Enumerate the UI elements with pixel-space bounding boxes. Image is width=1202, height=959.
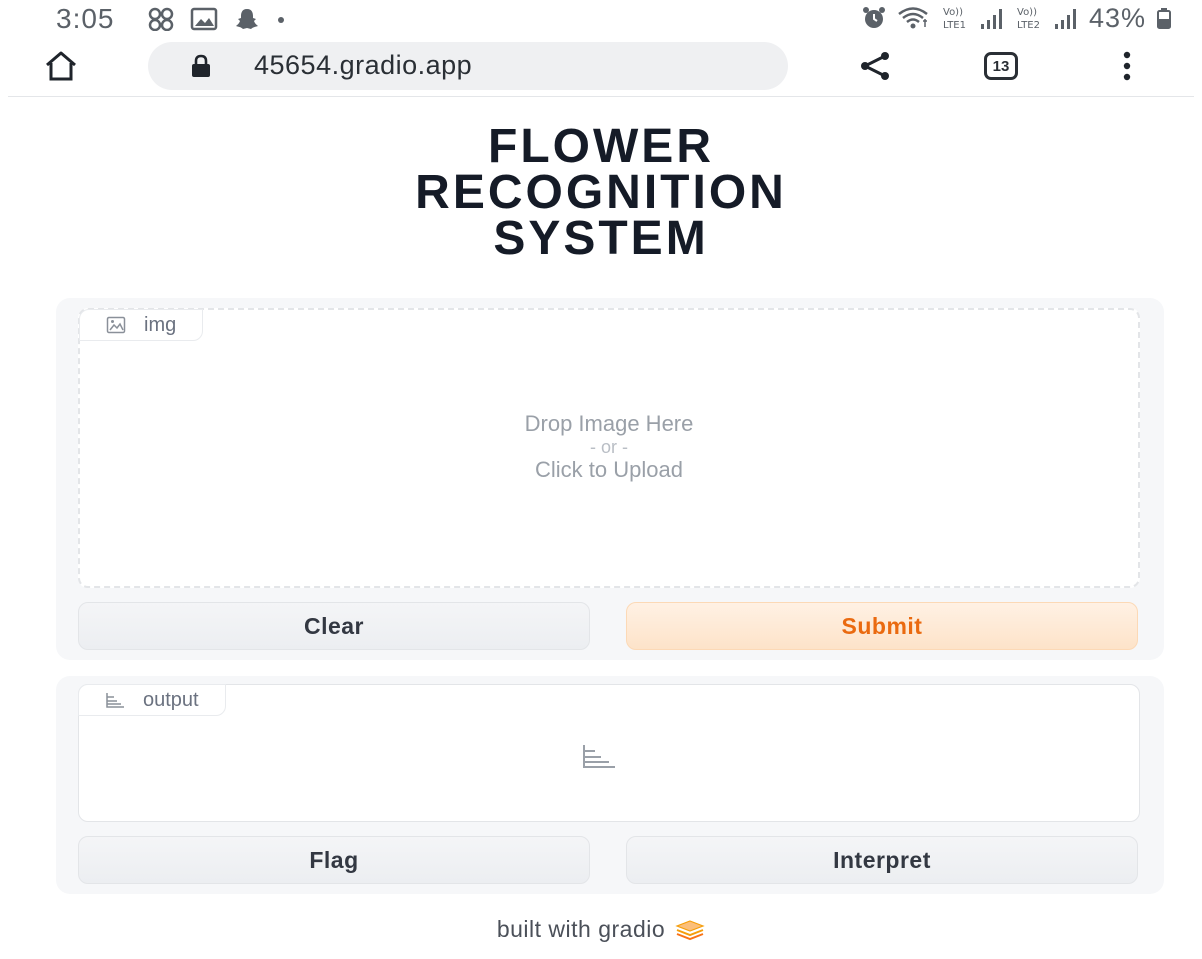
image-upload-dropzone[interactable]: img Drop Image Here - or - Click to Uplo… — [78, 308, 1140, 588]
alarm-icon — [862, 7, 885, 28]
drop-instructions: Drop Image Here - or - Click to Upload — [80, 412, 1138, 482]
svg-text:LTE1: LTE1 — [943, 20, 966, 31]
snapchat-icon — [236, 9, 258, 29]
drop-image-text: Drop Image Here — [524, 411, 694, 436]
output-label: output — [78, 684, 226, 716]
gallery-icon — [190, 7, 218, 31]
svg-text:Vo)): Vo)) — [1017, 7, 1037, 18]
share-icon[interactable] — [858, 50, 892, 82]
status-bar: 3:05 Vo)) LTE1 Vo)) LTE2 43% — [0, 0, 1202, 38]
footer-link[interactable]: built with gradio — [497, 916, 665, 943]
click-upload-text: Click to Upload — [535, 457, 683, 482]
flag-button[interactable]: Flag — [78, 836, 590, 884]
input-panel: img Drop Image Here - or - Click to Uplo… — [56, 298, 1164, 660]
status-icons-left — [148, 6, 286, 32]
bar-chart-icon — [106, 693, 124, 708]
or-text: - or - — [590, 437, 628, 457]
url-text: 45654.gradio.app — [254, 50, 473, 80]
overflow-menu-icon[interactable] — [1120, 50, 1134, 82]
output-label-text: output — [143, 688, 199, 711]
svg-text:LTE2: LTE2 — [1017, 20, 1040, 31]
signal-lte2-icon: Vo)) LTE2 — [1017, 7, 1076, 31]
svg-text:Vo)): Vo)) — [943, 7, 963, 18]
lock-icon — [192, 54, 210, 77]
submit-button[interactable]: Submit — [626, 602, 1138, 650]
output-label-display: output — [78, 684, 1140, 822]
status-icons-right: Vo)) LTE1 Vo)) LTE2 43% — [861, 3, 1172, 33]
img-label-text: img — [144, 313, 177, 336]
signal-lte1-icon: Vo)) LTE1 — [943, 7, 1002, 31]
clear-button[interactable]: Clear — [78, 602, 590, 650]
tab-count: 13 — [992, 57, 1010, 75]
toolbar-divider — [8, 96, 1194, 97]
image-icon — [106, 316, 126, 334]
img-label: img — [79, 309, 204, 341]
wifi-icon — [898, 7, 928, 29]
battery-percent: 43% — [1088, 2, 1146, 33]
footer: built with gradio — [0, 916, 1202, 943]
status-time: 3:05 — [56, 3, 115, 34]
tab-switcher-button[interactable]: 13 — [984, 52, 1018, 80]
home-icon[interactable] — [44, 50, 78, 82]
gradio-logo-icon — [675, 919, 705, 940]
bar-chart-placeholder-icon — [583, 745, 615, 768]
output-panel: output Flag Interpret — [56, 676, 1164, 894]
page-title: FLOWER RECOGNITION SYSTEM — [415, 120, 787, 265]
pinwheel-icon — [148, 7, 174, 31]
battery-icon — [1157, 8, 1171, 29]
url-bar[interactable]: 45654.gradio.app — [148, 42, 788, 90]
browser-toolbar: 45654.gradio.app 13 — [0, 38, 1202, 94]
dot-icon — [278, 17, 284, 23]
interpret-button[interactable]: Interpret — [626, 836, 1138, 884]
